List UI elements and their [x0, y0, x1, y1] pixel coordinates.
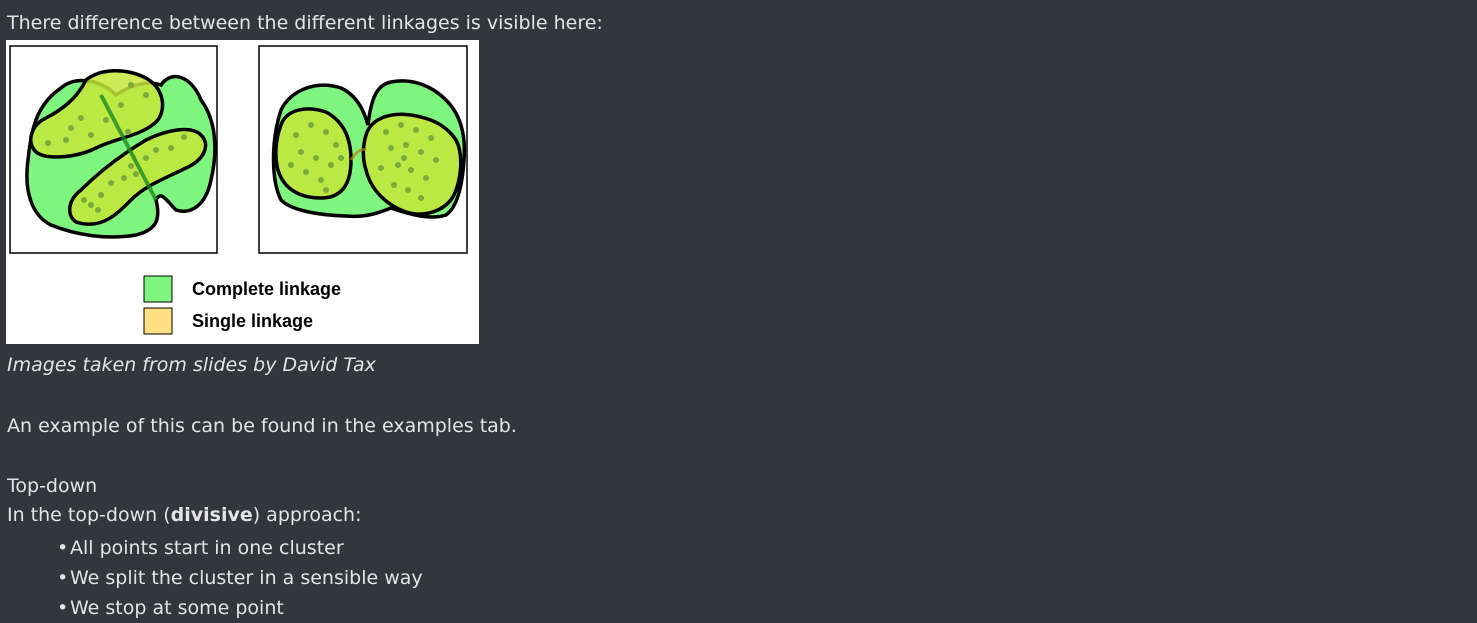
left-panel	[9, 45, 218, 254]
bullet-list: All points start in one cluster We split…	[57, 533, 423, 623]
intro-text: There difference between the different l…	[7, 12, 603, 34]
desc-after: ) approach:	[252, 504, 362, 526]
figure-caption: Images taken from slides by David Tax	[7, 354, 376, 376]
legend-label-complete: Complete linkage	[192, 279, 341, 299]
section-description: In the top-down (divisive) approach:	[7, 503, 362, 527]
example-text: An example of this can be found in the e…	[7, 415, 517, 437]
legend-swatch-single	[143, 307, 173, 335]
list-item: All points start in one cluster	[57, 533, 423, 563]
section-heading: Top-down	[7, 475, 98, 497]
right-panel	[258, 45, 468, 254]
desc-before: In the top-down (	[7, 504, 171, 526]
legend-label-single: Single linkage	[192, 311, 313, 331]
list-item: We split the cluster in a sensible way	[57, 563, 423, 593]
desc-bold-term: divisive	[170, 504, 253, 526]
legend-swatch-complete	[143, 275, 173, 303]
linkage-comparison-figure: Complete linkage Single linkage	[6, 40, 479, 344]
legend: Complete linkage Single linkage	[143, 275, 341, 335]
list-item: We stop at some point	[57, 593, 423, 623]
